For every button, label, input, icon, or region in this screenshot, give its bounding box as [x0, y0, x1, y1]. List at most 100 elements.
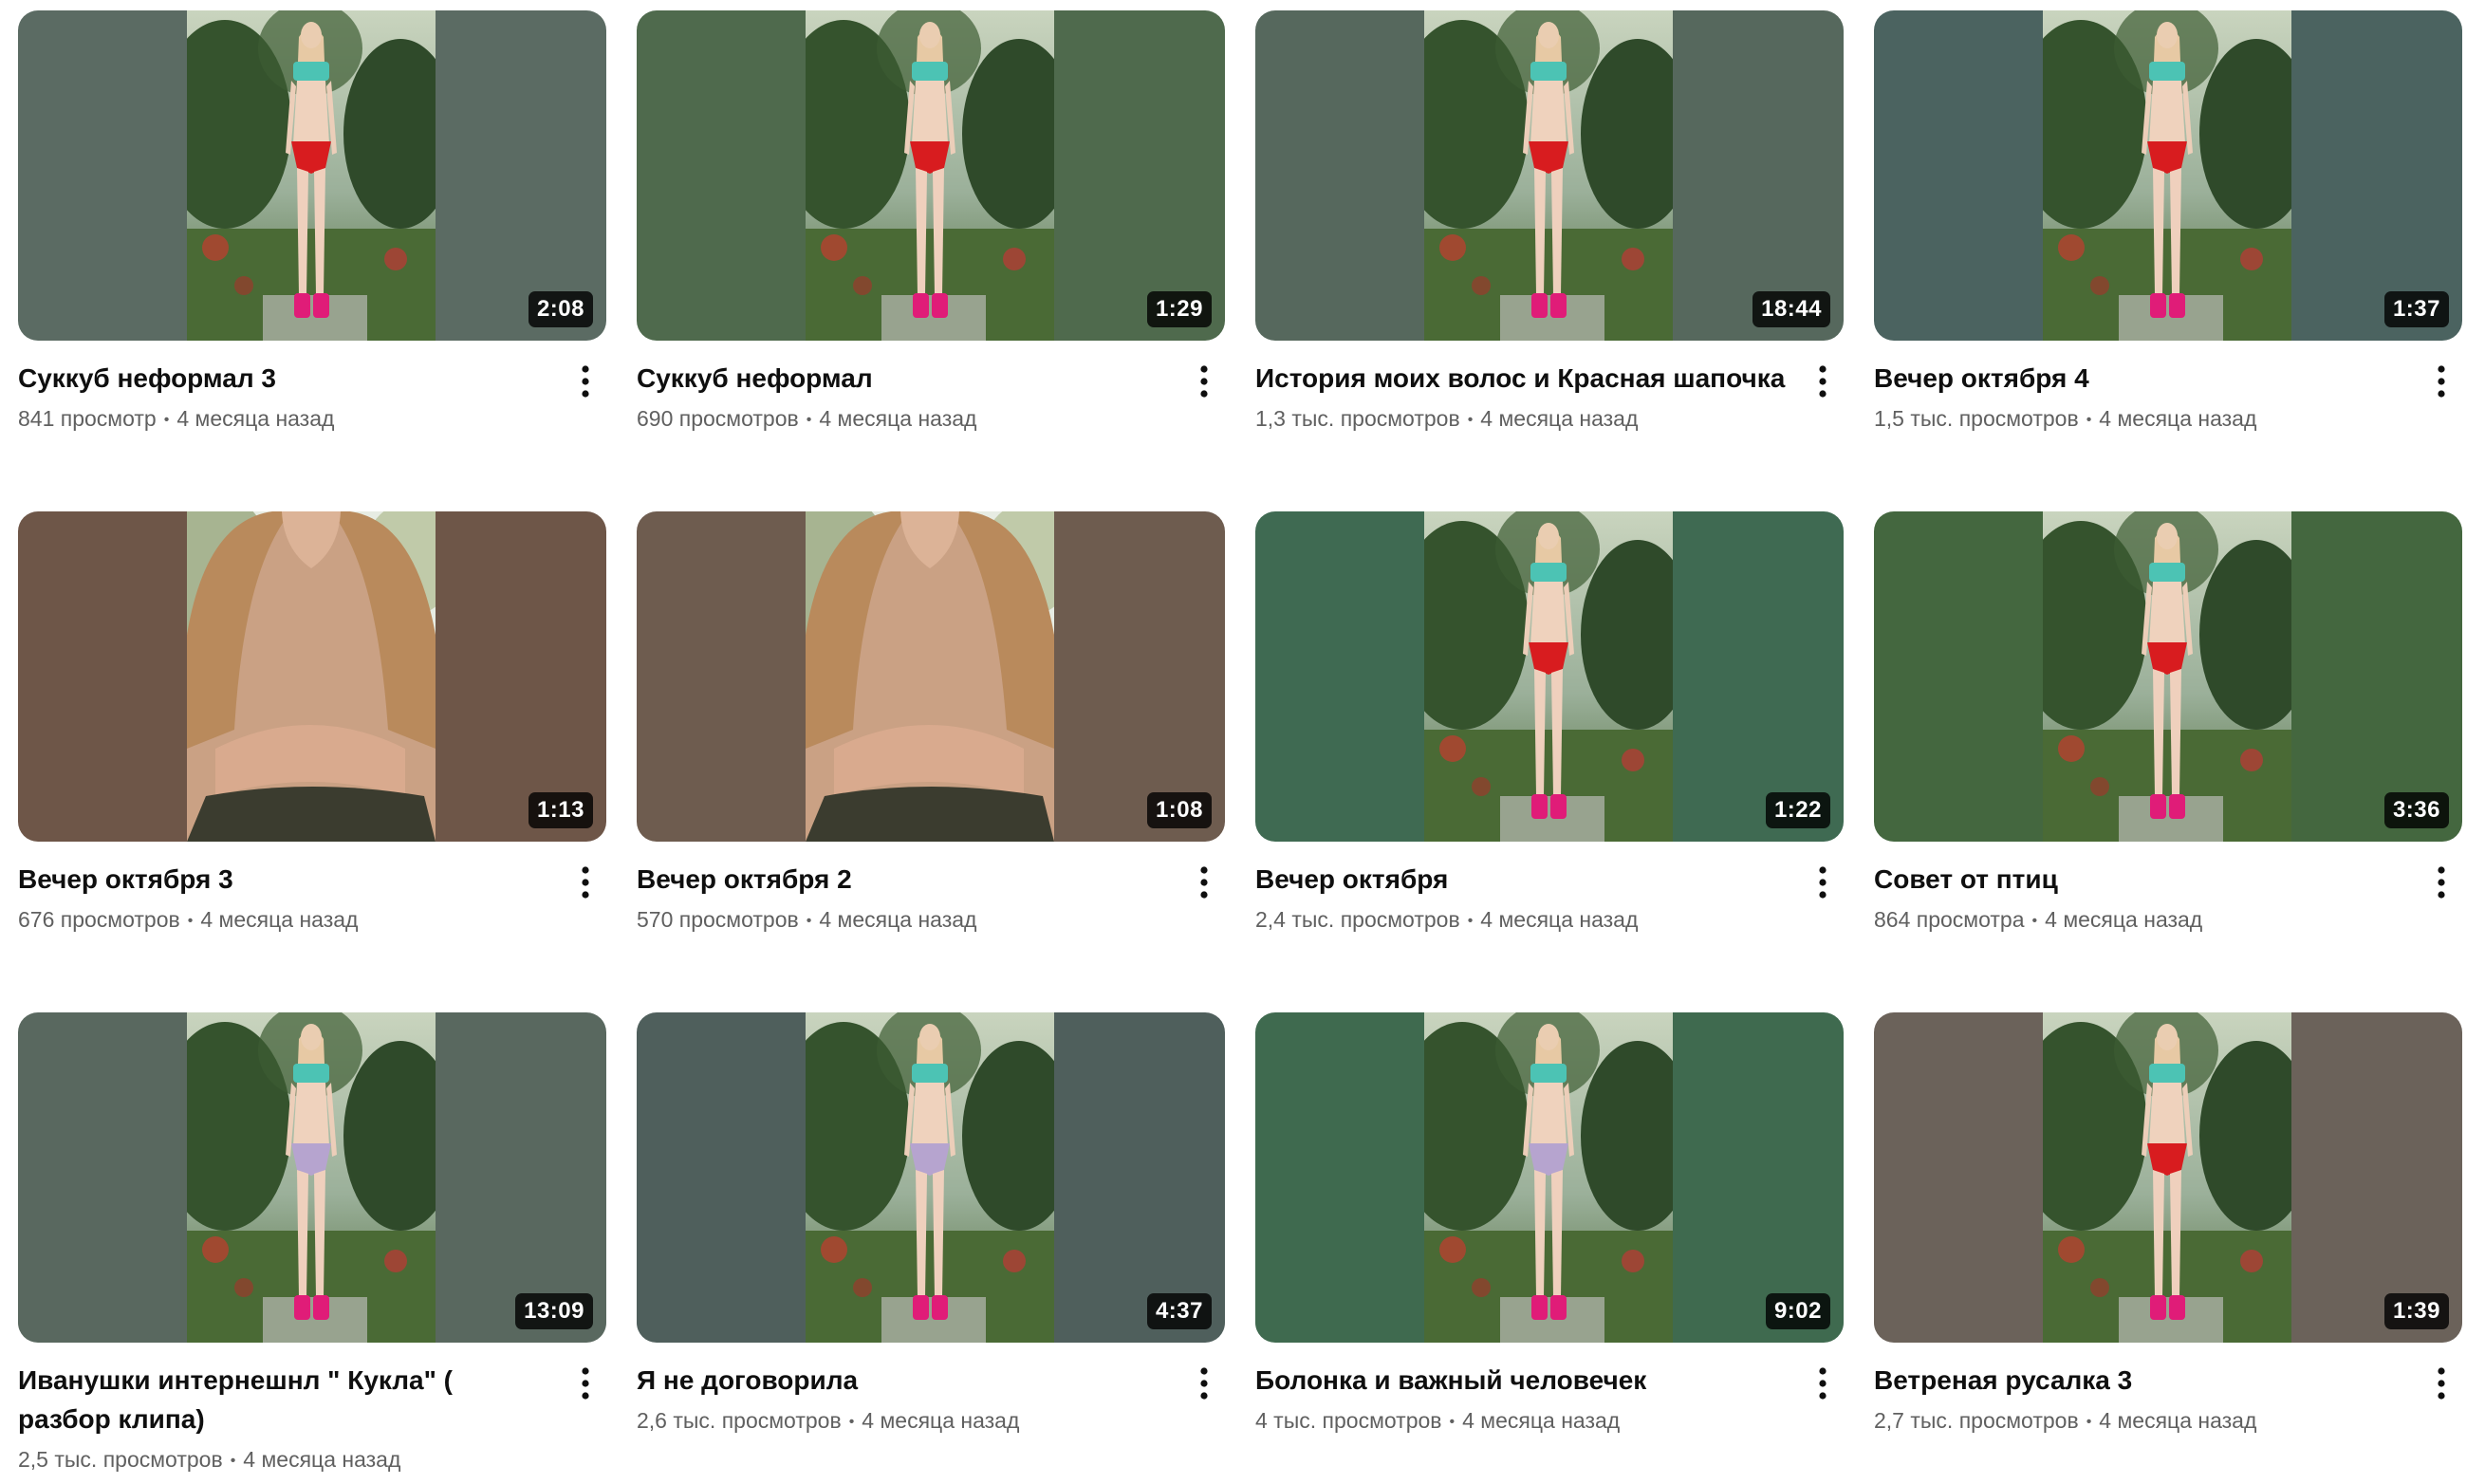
video-stats: 2,7 тыс. просмотров • 4 месяца назад	[1874, 1403, 2462, 1439]
video-thumbnail[interactable]: 13:09	[18, 1012, 606, 1343]
upload-age: 4 месяца назад	[176, 406, 335, 431]
video-thumbnail[interactable]: 18:44	[1255, 10, 1844, 341]
view-count: 690 просмотров	[637, 406, 799, 431]
thumbnail-photo	[1424, 511, 1673, 842]
video-meta: Ветреная русалка 3 2,7 тыс. просмотров • 4…	[1874, 1361, 2462, 1439]
video-card-9[interactable]: 13:09 Иванушки интернешнл " Кукла" ( раз…	[18, 1012, 606, 1484]
video-stats: 1,3 тыс. просмотров • 4 месяца назад	[1255, 401, 1844, 437]
upload-age: 4 месяца назад	[200, 907, 359, 932]
video-thumbnail[interactable]: 1:08	[637, 511, 1225, 842]
more-options-icon[interactable]	[1802, 1363, 1844, 1404]
separator-dot: •	[163, 412, 170, 428]
video-thumbnail[interactable]: 1:22	[1255, 511, 1844, 842]
video-card-7[interactable]: 1:22 Вечер октября 2,4 тыс. просмотров • 4…	[1255, 511, 1844, 983]
view-count: 864 просмотра	[1874, 907, 2025, 932]
separator-dot: •	[806, 412, 812, 428]
upload-age: 4 месяца назад	[2099, 1408, 2257, 1433]
video-title[interactable]: Болонка и важный человечек	[1255, 1361, 1787, 1400]
view-count: 2,7 тыс. просмотров	[1874, 1408, 2079, 1433]
view-count: 2,5 тыс. просмотров	[18, 1447, 223, 1472]
thumbnail-photo	[806, 1012, 1054, 1343]
video-title[interactable]: Совет от птиц	[1874, 860, 2405, 899]
video-card-10[interactable]: 4:37 Я не договорила 2,6 тыс. просмотров…	[637, 1012, 1225, 1484]
video-title[interactable]: История моих волос и Красная шапочка	[1255, 359, 1787, 398]
more-options-icon[interactable]	[2420, 361, 2462, 402]
separator-dot: •	[2086, 412, 2092, 428]
more-options-icon[interactable]	[1183, 862, 1225, 903]
more-options-icon[interactable]	[1802, 862, 1844, 903]
video-thumbnail[interactable]: 2:08	[18, 10, 606, 341]
more-options-icon[interactable]	[1183, 1363, 1225, 1404]
video-title[interactable]: Иванушки интернешнл " Кукла" ( разбор кл…	[18, 1361, 549, 1438]
video-meta: Суккуб неформал 690 просмотров • 4 месяца …	[637, 359, 1225, 437]
video-card-1[interactable]: 2:08 Суккуб неформал 3 841 просмотр • 4 ме…	[18, 10, 606, 482]
video-thumbnail[interactable]: 4:37	[637, 1012, 1225, 1343]
separator-dot: •	[1467, 913, 1474, 929]
view-count: 1,3 тыс. просмотров	[1255, 406, 1460, 431]
separator-dot: •	[806, 913, 812, 929]
duration-badge: 1:22	[1765, 792, 1830, 828]
upload-age: 4 месяца назад	[862, 1408, 1020, 1433]
thumbnail-photo	[2043, 1012, 2291, 1343]
more-options-icon[interactable]	[1183, 361, 1225, 402]
video-card-4[interactable]: 1:37 Вечер октября 4 1,5 тыс. просмотров…	[1874, 10, 2462, 482]
video-meta: Вечер октября 3 676 просмотров • 4 месяца …	[18, 860, 606, 938]
more-options-icon[interactable]	[1802, 361, 1844, 402]
video-thumbnail[interactable]: 1:29	[637, 10, 1225, 341]
duration-badge: 1:13	[528, 792, 593, 828]
upload-age: 4 месяца назад	[1480, 907, 1639, 932]
separator-dot: •	[1449, 1414, 1456, 1430]
video-card-3[interactable]: 18:44 История моих волос и Красная шапоч…	[1255, 10, 1844, 482]
video-thumbnail[interactable]: 3:36	[1874, 511, 2462, 842]
more-options-icon[interactable]	[565, 361, 606, 402]
upload-age: 4 месяца назад	[1462, 1408, 1621, 1433]
video-meta: Вечер октября 2 570 просмотров • 4 месяца …	[637, 860, 1225, 938]
more-options-icon[interactable]	[565, 862, 606, 903]
duration-badge: 2:08	[528, 291, 593, 327]
thumbnail-photo	[2043, 10, 2291, 341]
separator-dot: •	[2086, 1414, 2092, 1430]
video-stats: 2,6 тыс. просмотров • 4 месяца назад	[637, 1403, 1225, 1439]
video-meta: Иванушки интернешнл " Кукла" ( разбор кл…	[18, 1361, 606, 1478]
video-title[interactable]: Суккуб неформал	[637, 359, 1168, 398]
view-count: 2,4 тыс. просмотров	[1255, 907, 1460, 932]
video-stats: 2,5 тыс. просмотров • 4 месяца назад	[18, 1442, 606, 1478]
upload-age: 4 месяца назад	[243, 1447, 401, 1472]
video-thumbnail[interactable]: 1:13	[18, 511, 606, 842]
more-options-icon[interactable]	[2420, 862, 2462, 903]
video-meta: Вечер октября 2,4 тыс. просмотров • 4 меся…	[1255, 860, 1844, 938]
view-count: 4 тыс. просмотров	[1255, 1408, 1442, 1433]
video-card-8[interactable]: 3:36 Совет от птиц 864 просмотра • 4 месяц…	[1874, 511, 2462, 983]
video-title[interactable]: Вечер октября 2	[637, 860, 1168, 899]
video-card-5[interactable]: 1:13 Вечер октября 3 676 просмотров • 4 ме…	[18, 511, 606, 983]
separator-dot: •	[187, 913, 194, 929]
video-title[interactable]: Суккуб неформал 3	[18, 359, 549, 398]
video-card-6[interactable]: 1:08 Вечер октября 2 570 просмотров • 4 ме…	[637, 511, 1225, 983]
video-stats: 2,4 тыс. просмотров • 4 месяца назад	[1255, 902, 1844, 938]
view-count: 676 просмотров	[18, 907, 180, 932]
thumbnail-photo	[806, 10, 1054, 341]
separator-dot: •	[230, 1453, 236, 1469]
video-card-11[interactable]: 9:02 Болонка и важный человечек 4 тыс. п…	[1255, 1012, 1844, 1484]
duration-badge: 13:09	[515, 1293, 593, 1329]
video-title[interactable]: Вечер октября 4	[1874, 359, 2405, 398]
more-options-icon[interactable]	[565, 1363, 606, 1404]
video-title[interactable]: Вечер октября	[1255, 860, 1787, 899]
video-thumbnail[interactable]: 1:37	[1874, 10, 2462, 341]
duration-badge: 1:29	[1146, 291, 1212, 327]
video-thumbnail[interactable]: 1:39	[1874, 1012, 2462, 1343]
duration-badge: 9:02	[1765, 1293, 1830, 1329]
separator-dot: •	[848, 1414, 855, 1430]
video-title[interactable]: Я не договорила	[637, 1361, 1168, 1400]
video-card-2[interactable]: 1:29 Суккуб неформал 690 просмотров • 4 ме…	[637, 10, 1225, 482]
duration-badge: 18:44	[1752, 291, 1830, 327]
video-thumbnail[interactable]: 9:02	[1255, 1012, 1844, 1343]
video-meta: Совет от птиц 864 просмотра • 4 месяца наз…	[1874, 860, 2462, 938]
video-card-12[interactable]: 1:39 Ветреная русалка 3 2,7 тыс. просмот…	[1874, 1012, 2462, 1484]
video-title[interactable]: Вечер октября 3	[18, 860, 549, 899]
video-title[interactable]: Ветреная русалка 3	[1874, 1361, 2405, 1400]
thumbnail-photo	[187, 511, 436, 842]
upload-age: 4 месяца назад	[819, 406, 977, 431]
upload-age: 4 месяца назад	[819, 907, 977, 932]
more-options-icon[interactable]	[2420, 1363, 2462, 1404]
